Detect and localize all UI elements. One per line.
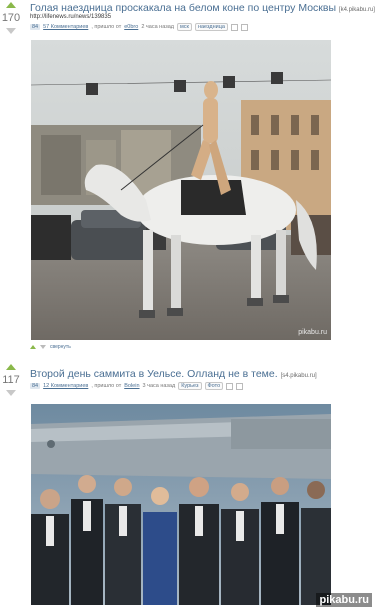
post-meta: 84 57 Комментариев , пришло от e0bro 2 ч… (30, 23, 248, 31)
post-footer: свернуть (30, 344, 71, 350)
post-title[interactable]: Голая наездница проскакала на белом коне… (30, 2, 336, 14)
post-title-row: Голая наездница проскакала на белом коне… (30, 2, 375, 14)
author-link[interactable]: e0bro (124, 24, 138, 30)
vote-down-small-icon[interactable] (40, 345, 46, 349)
time-ago: 3 часа назад (142, 383, 176, 389)
share-icon[interactable] (236, 382, 244, 390)
vote-up-icon[interactable] (6, 2, 16, 8)
post-title[interactable]: Второй день саммита в Уельсе. Олланд не … (30, 368, 278, 380)
tag-photo[interactable]: Фото (204, 382, 224, 390)
post-image[interactable]: pikabu.ru (31, 40, 331, 340)
corner-watermark: pikabu.ru (316, 593, 372, 607)
vote-down-icon[interactable] (6, 28, 16, 34)
rating-value: 170 (1, 12, 21, 24)
badge: 84 (30, 383, 41, 389)
rating-widget: 170 (0, 2, 22, 34)
comments-link[interactable]: 12 Комментариев (43, 383, 88, 389)
share-icon[interactable] (240, 23, 248, 31)
comments-link[interactable]: 57 Комментариев (43, 24, 88, 30)
tag-msk[interactable]: мск (177, 23, 192, 31)
image-watermark: pikabu.ru (298, 329, 327, 336)
save-icon[interactable] (230, 23, 238, 31)
posted-by-label: , пришло от (91, 24, 122, 30)
author-link[interactable]: Bolein (124, 383, 139, 389)
horse-photo (31, 40, 331, 340)
post-source: [k4.pikabu.ru] (338, 7, 375, 13)
save-icon[interactable] (226, 382, 234, 390)
post: 170 Голая наездница проскакала на белом … (0, 0, 376, 358)
vote-up-small-icon[interactable] (30, 345, 36, 349)
tag-funny[interactable]: Курьез (178, 382, 202, 390)
rating-widget: 117 (0, 364, 22, 396)
rating-value: 117 (2, 374, 20, 386)
badge: 84 (30, 24, 41, 30)
post-title-row: Второй день саммита в Уельсе. Олланд не … (30, 368, 317, 380)
tag-rider[interactable]: наездница (194, 23, 228, 31)
vote-down-icon[interactable] (6, 390, 16, 396)
posted-by-label: , пришло от (91, 383, 122, 389)
post-source: [s4.pikabu.ru] (280, 373, 317, 379)
post-link[interactable]: http://lifenews.ru/news/139835 (30, 14, 111, 20)
vote-up-icon[interactable] (6, 364, 16, 370)
post-image[interactable] (31, 404, 331, 605)
post-meta: 84 12 Комментариев , пришло от Bolein 3 … (30, 382, 244, 390)
time-ago: 2 часа назад (141, 24, 174, 30)
summit-photo (31, 404, 331, 605)
collapse-link[interactable]: свернуть (50, 344, 71, 350)
post: 117 Второй день саммита в Уельсе. Олланд… (0, 364, 376, 609)
